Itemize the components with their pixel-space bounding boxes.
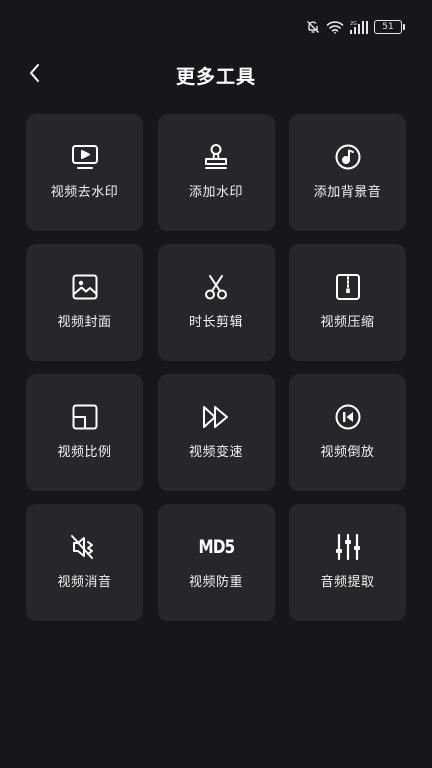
- scissors-icon: [201, 272, 231, 302]
- tool-label: 视频倒放: [320, 445, 375, 460]
- rewind-icon: [333, 402, 363, 432]
- header: 更多工具: [0, 52, 432, 96]
- wifi-icon: [326, 20, 344, 34]
- tool-add-bgm[interactable]: 添加背景音: [289, 114, 406, 231]
- tool-mute[interactable]: 视频消音: [26, 504, 143, 621]
- tool-compress[interactable]: 视频压缩: [289, 244, 406, 361]
- tool-label: 视频封面: [57, 315, 112, 330]
- md5-icon-text: MD5: [198, 536, 235, 558]
- status-icons: 2G 51: [306, 19, 405, 35]
- fast-forward-icon: [201, 402, 231, 432]
- music-disc-icon: [333, 142, 363, 172]
- speaker-mute-icon: [70, 532, 100, 562]
- page-title: 更多工具: [175, 66, 256, 88]
- tool-extract-audio[interactable]: 音频提取: [289, 504, 406, 621]
- tool-video-cover[interactable]: 视频封面: [26, 244, 143, 361]
- tool-remove-watermark[interactable]: 视频去水印: [26, 114, 143, 231]
- zip-file-icon: [333, 272, 363, 302]
- tool-label: 视频比例: [57, 445, 112, 460]
- tool-label: 添加背景音: [313, 185, 382, 200]
- equalizer-icon: [333, 532, 363, 562]
- tool-label: 视频消音: [57, 575, 112, 590]
- tools-grid: 视频去水印 添加水印 添加背景音 视频封面 时长剪辑 视频压缩 视频比例 视频变…: [26, 114, 406, 621]
- aspect-ratio-icon: [70, 402, 100, 432]
- tool-label: 视频压缩: [320, 315, 375, 330]
- status-bar: 2G 51: [0, 0, 432, 52]
- cellular-signal-icon: 2G: [350, 20, 368, 34]
- tool-label: 视频变速: [188, 445, 243, 460]
- tool-label: 添加水印: [188, 185, 243, 200]
- tool-dedupe[interactable]: MD5 视频防重: [157, 504, 275, 621]
- tool-label: 音频提取: [320, 575, 375, 590]
- tool-add-watermark[interactable]: 添加水印: [157, 114, 275, 231]
- tool-label: 视频去水印: [50, 185, 119, 200]
- image-icon: [70, 272, 100, 302]
- battery-icon: 51: [374, 20, 405, 34]
- svg-text:2G: 2G: [350, 21, 357, 27]
- tool-label: 时长剪辑: [188, 315, 243, 330]
- stamp-icon: [201, 142, 231, 172]
- tool-speed[interactable]: 视频变速: [157, 374, 275, 491]
- tool-trim[interactable]: 时长剪辑: [157, 244, 275, 361]
- md5-icon: MD5: [198, 532, 235, 562]
- tool-label: 视频防重: [188, 575, 243, 590]
- tv-play-icon: [70, 142, 100, 172]
- tool-reverse[interactable]: 视频倒放: [289, 374, 406, 491]
- tool-aspect-ratio[interactable]: 视频比例: [26, 374, 143, 491]
- mute-icon: [306, 20, 320, 34]
